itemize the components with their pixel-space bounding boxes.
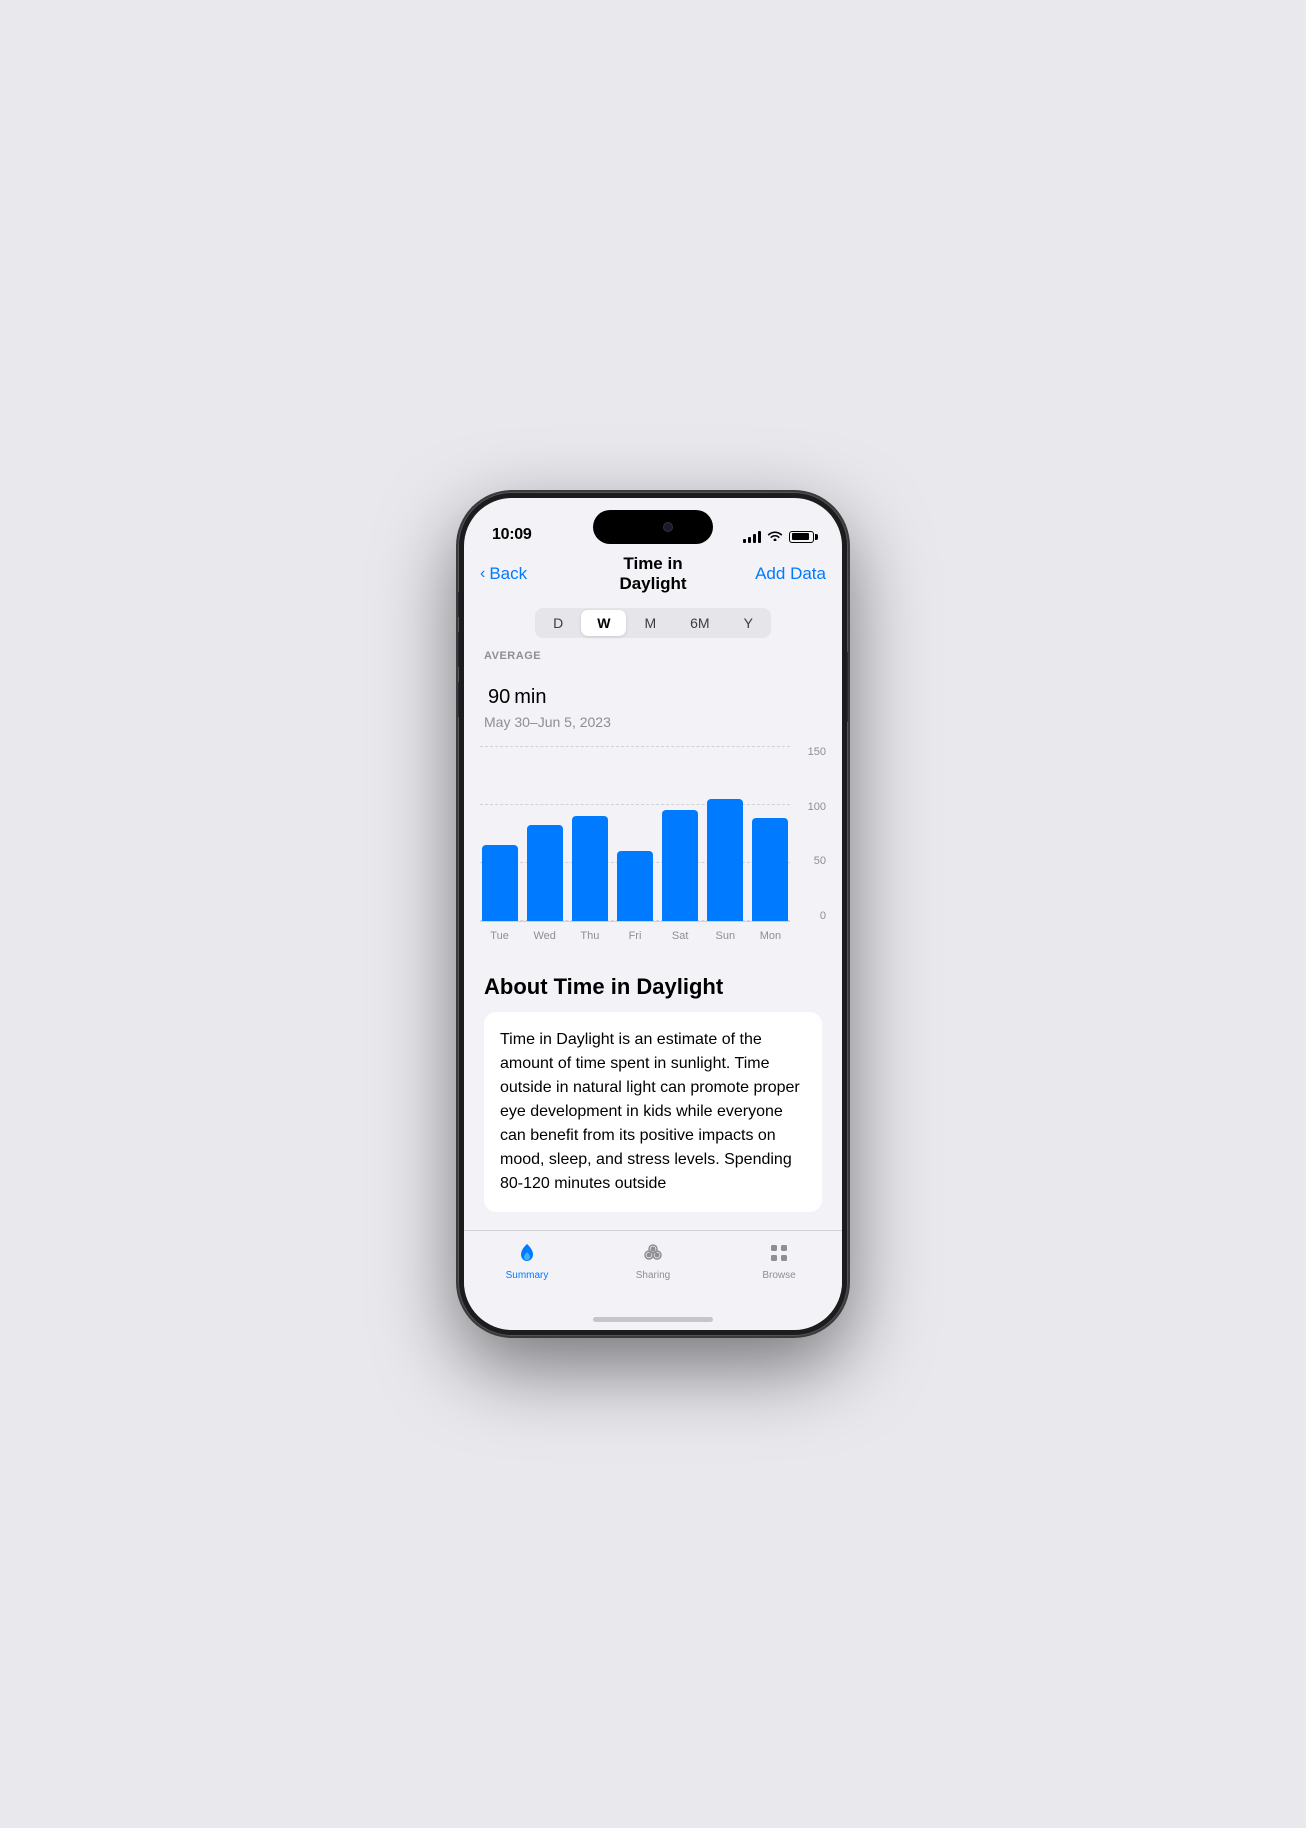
- about-title: About Time in Daylight: [484, 974, 822, 1000]
- chart-x-labels: Tue Wed Thu Fri Sat Sun Mon: [480, 926, 790, 946]
- chart-inner: 150 100 50 0: [480, 746, 826, 946]
- period-selector: D W M 6M Y: [464, 596, 842, 646]
- x-label-sat: Sat: [661, 926, 700, 946]
- bar-sun: [706, 746, 745, 921]
- bar-wed: [525, 746, 564, 921]
- front-camera: [663, 522, 673, 532]
- y-label-100: 100: [808, 801, 826, 813]
- back-button[interactable]: ‹ Back: [480, 564, 595, 584]
- tab-summary[interactable]: Summary: [497, 1239, 557, 1281]
- wifi-icon: [767, 529, 783, 544]
- bar-mon-fill: [752, 818, 788, 921]
- battery-icon: [789, 531, 814, 543]
- y-label-150: 150: [808, 746, 826, 758]
- chart-bars-area: [480, 746, 790, 922]
- chart-container: 150 100 50 0: [464, 746, 842, 954]
- x-label-mon: Mon: [751, 926, 790, 946]
- stats-value: 90min: [484, 664, 822, 712]
- bar-tue-fill: [482, 845, 518, 921]
- volume-up-button: [458, 632, 459, 667]
- period-tabs: D W M 6M Y: [535, 608, 771, 638]
- y-label-0: 0: [820, 910, 826, 922]
- bar-wed-fill: [527, 825, 563, 921]
- x-label-fri: Fri: [615, 926, 654, 946]
- bar-sat-fill: [662, 810, 698, 921]
- summary-icon: [513, 1239, 541, 1267]
- phone-screen: 10:09: [464, 498, 842, 1330]
- status-icons: [743, 529, 814, 544]
- tab-Y[interactable]: Y: [728, 610, 769, 636]
- bar-thu-fill: [572, 816, 608, 921]
- tab-W[interactable]: W: [581, 610, 626, 636]
- back-chevron-icon: ‹: [480, 565, 485, 583]
- nav-bar: ‹ Back Time in Daylight Add Data: [464, 552, 842, 596]
- volume-down-button: [458, 682, 459, 717]
- stats-unit: min: [514, 686, 546, 708]
- home-indicator: [593, 1317, 713, 1322]
- sharing-tab-label: Sharing: [636, 1270, 670, 1281]
- sharing-icon: [639, 1239, 667, 1267]
- y-label-50: 50: [814, 855, 826, 867]
- bar-sun-fill: [707, 799, 743, 922]
- phone-frame: 10:09: [458, 492, 848, 1336]
- signal-icon: [743, 531, 761, 543]
- browse-icon: [765, 1239, 793, 1267]
- bar-mon: [751, 746, 790, 921]
- tab-D[interactable]: D: [537, 610, 579, 636]
- x-label-wed: Wed: [525, 926, 564, 946]
- status-time: 10:09: [492, 526, 531, 544]
- bar-fri: [615, 746, 654, 921]
- tab-M[interactable]: M: [628, 610, 672, 636]
- back-label: Back: [489, 564, 527, 584]
- stats-number: 90: [488, 686, 510, 708]
- x-label-thu: Thu: [570, 926, 609, 946]
- bar-thu: [570, 746, 609, 921]
- tab-6M[interactable]: 6M: [674, 610, 725, 636]
- about-section: About Time in Daylight Time in Daylight …: [464, 954, 842, 1224]
- browse-tab-label: Browse: [762, 1270, 795, 1281]
- chart-y-axis: 150 100 50 0: [794, 746, 826, 922]
- about-text: Time in Daylight is an estimate of the a…: [500, 1028, 806, 1196]
- x-label-sun: Sun: [706, 926, 745, 946]
- bar-tue: [480, 746, 519, 921]
- bar-fri-fill: [617, 851, 653, 921]
- add-data-button[interactable]: Add Data: [711, 564, 826, 584]
- about-card: Time in Daylight is an estimate of the a…: [484, 1012, 822, 1212]
- stats-date: May 30–Jun 5, 2023: [484, 714, 822, 730]
- dynamic-island: [593, 510, 713, 544]
- tab-bar: Summary Sharing: [464, 1230, 842, 1313]
- power-button: [847, 652, 848, 722]
- tab-browse[interactable]: Browse: [749, 1239, 809, 1281]
- bar-sat: [661, 746, 700, 921]
- stats-label: AVERAGE: [484, 650, 822, 662]
- x-label-tue: Tue: [480, 926, 519, 946]
- summary-tab-label: Summary: [506, 1270, 549, 1281]
- page-title: Time in Daylight: [595, 554, 710, 594]
- main-content: D W M 6M Y AVERAGE 90min May 30–Jun 5, 2…: [464, 596, 842, 1230]
- stats-section: AVERAGE 90min May 30–Jun 5, 2023: [464, 646, 842, 746]
- tab-sharing[interactable]: Sharing: [623, 1239, 683, 1281]
- silent-switch: [458, 592, 459, 617]
